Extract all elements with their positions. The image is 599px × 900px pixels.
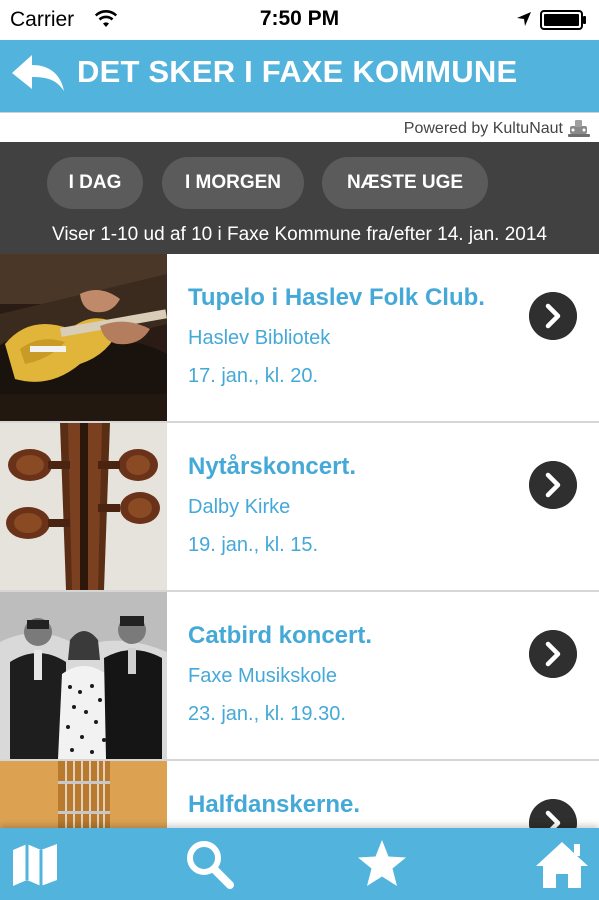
chevron-right-icon[interactable]: [529, 292, 577, 340]
event-row[interactable]: Catbird koncert. Faxe Musikskole 23. jan…: [0, 592, 599, 761]
kultunaut-logo-icon: [568, 120, 590, 137]
search-icon[interactable]: [182, 838, 238, 890]
star-icon[interactable]: [354, 838, 410, 890]
guitar-player-photo: [0, 254, 167, 421]
event-list: Tupelo i Haslev Folk Club. Haslev Biblio…: [0, 254, 599, 828]
event-title: Tupelo i Haslev Folk Club.: [188, 284, 485, 311]
chevron-right-icon[interactable]: [529, 799, 577, 828]
band-photo: [0, 592, 167, 759]
chevron-right-icon[interactable]: [529, 461, 577, 509]
event-row[interactable]: Halfdanskerne.: [0, 761, 599, 828]
clock: 7:50 PM: [259, 7, 340, 30]
event-title: Halfdanskerne.: [188, 791, 361, 818]
event-venue: Haslev Bibliotek: [188, 327, 331, 349]
filter-next-week-button[interactable]: NÆSTE UGE: [322, 157, 488, 209]
page-title: DET SKER I FAXE KOMMUNE: [77, 54, 518, 89]
event-venue: Faxe Musikskole: [188, 665, 337, 687]
event-title: Nytårskoncert.: [188, 453, 357, 480]
chevron-right-icon[interactable]: [529, 630, 577, 678]
location-arrow-icon: [517, 12, 531, 26]
event-date: 17. jan., kl. 20.: [188, 365, 319, 387]
map-icon[interactable]: [9, 838, 65, 890]
filter-tomorrow-button[interactable]: I MORGEN: [162, 157, 304, 209]
powered-by-bar: Powered by KultuNaut: [0, 112, 599, 142]
event-row[interactable]: Nytårskoncert. Dalby Kirke 19. jan., kl.…: [0, 423, 599, 592]
event-title: Catbird koncert.: [188, 622, 373, 649]
violin-scroll-photo: [0, 423, 167, 590]
home-icon[interactable]: [534, 838, 590, 890]
powered-by-label: Powered by KultuNaut: [403, 120, 563, 137]
event-date: 19. jan., kl. 15.: [188, 534, 319, 556]
event-date: 23. jan., kl. 19.30.: [188, 703, 346, 725]
battery-icon: [540, 10, 586, 30]
event-venue: Dalby Kirke: [188, 496, 291, 518]
filter-bar: I DAG I MORGEN NÆSTE UGE Viser 1-10 ud a…: [0, 142, 599, 254]
event-row[interactable]: Tupelo i Haslev Folk Club. Haslev Biblio…: [0, 254, 599, 423]
filter-today-button[interactable]: I DAG: [47, 157, 143, 209]
acoustic-guitar-photo: [0, 761, 167, 828]
status-bar: Carrier 7:50 PM: [0, 0, 599, 40]
navigation-bar: DET SKER I FAXE KOMMUNE: [0, 40, 599, 112]
results-info: Viser 1-10 ud af 10 i Faxe Kommune fra/e…: [52, 224, 547, 245]
tab-bar: [0, 828, 599, 900]
back-arrow-icon[interactable]: [10, 51, 66, 99]
